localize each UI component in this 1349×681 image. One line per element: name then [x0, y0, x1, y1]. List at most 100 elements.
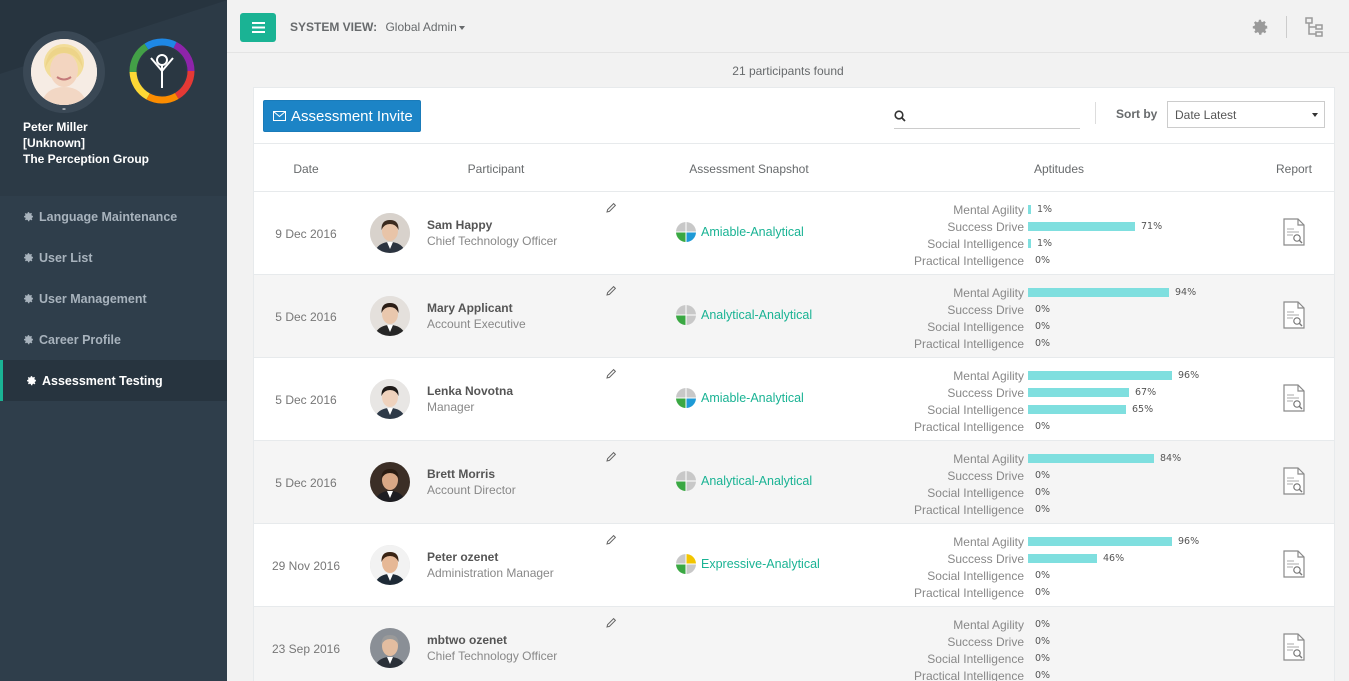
brand-logo: [129, 38, 195, 104]
pencil-icon[interactable]: [605, 202, 617, 214]
gear-icon: [24, 335, 34, 345]
assessment-snapshot[interactable]: Expressive-Analytical: [676, 554, 820, 574]
aptitude-label: Practical Intelligence: [913, 337, 1024, 351]
header-report[interactable]: Report: [1276, 162, 1312, 176]
aptitude-label: Success Drive: [947, 386, 1024, 400]
aptitude-percent: 0%: [1035, 570, 1051, 581]
quadrant-icon: [676, 471, 696, 491]
table-row[interactable]: 23 Sep 2016 mbtwo ozenet Chief Technology …: [254, 607, 1334, 681]
participant-title: Manager: [427, 400, 475, 414]
report-document-icon[interactable]: [1283, 550, 1305, 578]
menu-icon: [251, 22, 265, 33]
user-name: Peter Miller: [23, 120, 88, 134]
pencil-icon[interactable]: [605, 617, 617, 629]
aptitude-percent: 71%: [1141, 221, 1163, 232]
participant-name[interactable]: mbtwo ozenet: [427, 633, 507, 647]
caret-down-icon: [458, 25, 465, 30]
aptitude-percent: 1%: [1037, 204, 1053, 215]
participant-title: Chief Technology Officer: [427, 234, 558, 248]
table-row[interactable]: 29 Nov 2016 Peter ozenet Administration Ma…: [254, 524, 1334, 607]
row-date: 5 Dec 2016: [275, 476, 337, 490]
header-aptitudes[interactable]: Aptitudes: [1034, 162, 1084, 176]
aptitude-bar: [1028, 454, 1154, 463]
aptitude-label: Practical Intelligence: [913, 254, 1024, 268]
aptitude-percent: 65%: [1132, 404, 1154, 415]
aptitude-percent: 0%: [1035, 304, 1051, 315]
aptitude-percent: 0%: [1035, 338, 1051, 349]
aptitude-percent: 0%: [1035, 421, 1051, 432]
aptitude-row: Mental Agility 96%: [894, 533, 1214, 550]
aptitude-row: Practical Intelligence 0%: [894, 418, 1214, 435]
assessment-snapshot[interactable]: Analytical-Analytical: [676, 471, 812, 491]
table-row[interactable]: 9 Dec 2016 Sam Happy Chief Technology Offi…: [254, 192, 1334, 275]
profile-card: - Peter Miller [Unknown] The Perception …: [0, 0, 227, 196]
aptitude-percent: 0%: [1035, 255, 1051, 266]
aptitude-row: Practical Intelligence 0%: [894, 667, 1214, 681]
table-row[interactable]: 5 Dec 2016 Brett Morris Account Director An…: [254, 441, 1334, 524]
participant-photo[interactable]: [370, 213, 410, 253]
pencil-icon[interactable]: [605, 368, 617, 380]
aptitude-row: Social Intelligence 0%: [894, 650, 1214, 667]
aptitudes: Mental Agility 96% Success Drive 46% Social …: [894, 533, 1214, 601]
aptitude-row: Practical Intelligence 0%: [894, 335, 1214, 352]
aptitude-label: Mental Agility: [953, 535, 1024, 549]
aptitude-percent: 0%: [1035, 619, 1051, 630]
pencil-icon[interactable]: [605, 451, 617, 463]
sidebar-item-language-maintenance[interactable]: Language Maintenance: [0, 196, 227, 237]
aptitude-row: Mental Agility 1%: [894, 201, 1214, 218]
header-assessment-snapshot[interactable]: Assessment Snapshot: [689, 162, 808, 176]
aptitude-label: Success Drive: [947, 552, 1024, 566]
aptitude-label: Mental Agility: [953, 618, 1024, 632]
system-view-dropdown[interactable]: Global Admin: [385, 20, 465, 34]
participant-name[interactable]: Mary Applicant: [427, 301, 513, 315]
report-document-icon[interactable]: [1283, 384, 1305, 412]
aptitude-row: Mental Agility 94%: [894, 284, 1214, 301]
table-row[interactable]: 5 Dec 2016 Mary Applicant Account Executiv…: [254, 275, 1334, 358]
table-row[interactable]: 5 Dec 2016 Lenka Novotna Manager Amiable-An…: [254, 358, 1334, 441]
aptitude-bar: [1028, 371, 1172, 380]
aptitude-row: Success Drive 0%: [894, 301, 1214, 318]
aptitude-row: Social Intelligence 1%: [894, 235, 1214, 252]
search-input[interactable]: [906, 108, 1080, 123]
participant-name[interactable]: Peter ozenet: [427, 550, 498, 564]
menu-toggle-button[interactable]: [240, 13, 276, 42]
assessment-snapshot[interactable]: Amiable-Analytical: [676, 388, 804, 408]
sitemap-icon[interactable]: [1305, 17, 1323, 37]
sort-select[interactable]: Date Latest: [1167, 101, 1325, 128]
participant-photo[interactable]: [370, 628, 410, 668]
header-date[interactable]: Date: [293, 162, 318, 176]
participant-name[interactable]: Sam Happy: [427, 218, 492, 232]
assessment-snapshot[interactable]: Amiable-Analytical: [676, 222, 804, 242]
report-document-icon[interactable]: [1283, 301, 1305, 329]
participants-panel: Assessment Invite Sort by Date Latest Da…: [253, 87, 1335, 681]
pencil-icon[interactable]: [605, 534, 617, 546]
participant-name[interactable]: Brett Morris: [427, 467, 495, 481]
user-role: [Unknown]: [23, 136, 85, 150]
participant-photo[interactable]: [370, 379, 410, 419]
aptitude-bar: [1028, 405, 1126, 414]
aptitude-label: Mental Agility: [953, 369, 1024, 383]
aptitudes: Mental Agility 94% Success Drive 0% Social I…: [894, 284, 1214, 352]
aptitude-label: Success Drive: [947, 220, 1024, 234]
pencil-icon[interactable]: [605, 285, 617, 297]
sidebar-item-career-profile[interactable]: Career Profile: [0, 319, 227, 360]
report-document-icon[interactable]: [1283, 467, 1305, 495]
assessment-snapshot[interactable]: Analytical-Analytical: [676, 305, 812, 325]
sidebar-item-user-list[interactable]: User List: [0, 237, 227, 278]
participant-name[interactable]: Lenka Novotna: [427, 384, 513, 398]
sidebar-item-assessment-testing[interactable]: Assessment Testing: [0, 360, 227, 401]
sidebar-item-user-management[interactable]: User Management: [0, 278, 227, 319]
assessment-invite-button[interactable]: Assessment Invite: [263, 100, 421, 132]
header-participant[interactable]: Participant: [468, 162, 525, 176]
aptitude-percent: 0%: [1035, 670, 1051, 681]
participant-photo[interactable]: [370, 545, 410, 585]
participant-photo[interactable]: [370, 462, 410, 502]
sort-by-label: Sort by: [1116, 107, 1158, 121]
report-document-icon[interactable]: [1283, 633, 1305, 661]
aptitude-row: Success Drive 0%: [894, 467, 1214, 484]
aptitude-bar: [1028, 239, 1031, 248]
report-document-icon[interactable]: [1283, 218, 1305, 246]
gear-icon[interactable]: [1251, 18, 1269, 36]
participant-photo[interactable]: [370, 296, 410, 336]
caret-down-icon: [1312, 113, 1318, 117]
